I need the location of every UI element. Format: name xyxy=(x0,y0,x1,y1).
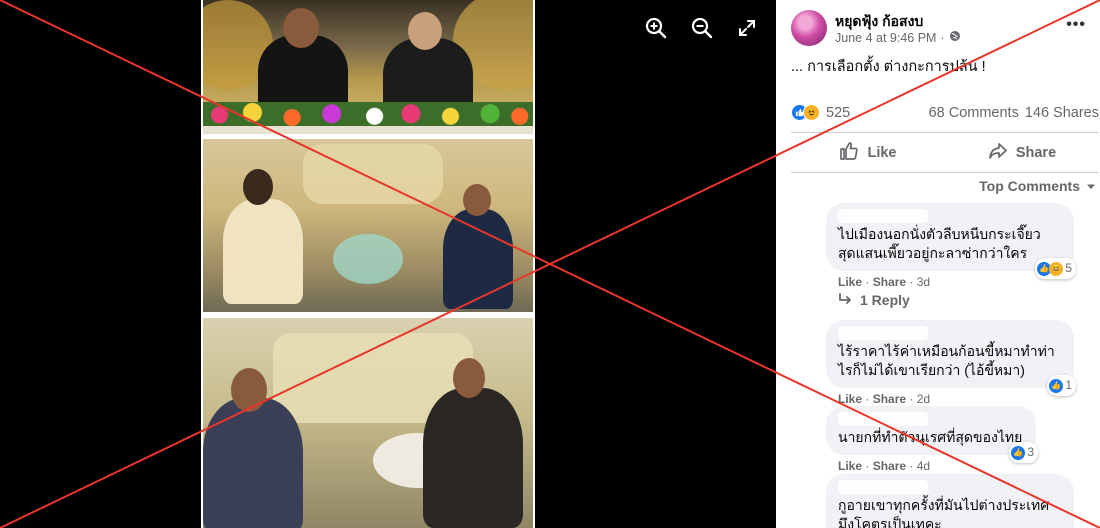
comment-text: กูอายเขาทุกครั้งที่มันไปต่างประเทศ มึงโค… xyxy=(838,497,1050,528)
reaction-count[interactable]: 525 xyxy=(826,105,850,121)
share-label: Share xyxy=(1015,145,1057,161)
commenter-name-redacted xyxy=(838,326,928,340)
comment-bubble: กูอายเขาทุกครั้งที่มันไปต่างประเทศ มึงโค… xyxy=(826,474,1074,528)
comment-text: ไร้ราคาไร้ค่าเหมือนก้อนขี้หมาทำท่าไรก็ไม… xyxy=(838,343,1055,378)
shares-count[interactable]: 146 Shares xyxy=(1025,105,1099,121)
comment-reactions[interactable]: 👍 1 xyxy=(1047,375,1076,396)
post-actions: Like Share xyxy=(791,137,1099,169)
commenter-name-redacted xyxy=(838,209,928,223)
comment: ไร้ราคาไร้ค่าเหมือนก้อนขี้หมาทำท่าไรก็ไม… xyxy=(793,320,1076,406)
haha-reaction-icon xyxy=(803,104,820,121)
engagement-counts: 68 Comments 146 Shares xyxy=(929,105,1099,121)
comment-share-link[interactable]: Share xyxy=(873,275,906,289)
view-replies-link[interactable]: 1 Reply xyxy=(838,292,910,308)
share-button[interactable]: Share xyxy=(945,137,1099,169)
thumbs-up-icon xyxy=(839,141,859,165)
comment-reaction-count: 5 xyxy=(1065,261,1072,275)
comment-reaction-count: 3 xyxy=(1027,445,1034,459)
comment-sort-dropdown[interactable]: Top Comments xyxy=(979,178,1096,194)
sort-label: Top Comments xyxy=(979,178,1080,194)
photo-middle xyxy=(203,139,533,312)
post-text: ... การเลือกตั้ง ต่างกะการปล้น ! xyxy=(791,59,986,75)
comment-time[interactable]: 4d xyxy=(917,459,930,473)
photo-collage[interactable] xyxy=(201,0,535,528)
divider xyxy=(791,132,1099,133)
commenter-avatar[interactable] xyxy=(793,476,823,506)
zoom-out-icon[interactable] xyxy=(690,16,714,40)
comments-count[interactable]: 68 Comments xyxy=(929,105,1019,121)
photo-viewer xyxy=(0,0,776,528)
globe-icon xyxy=(949,30,961,45)
comment-bubble: นายกที่ทำตัวนุเรศที่สุดของไทย 👍 3 xyxy=(826,406,1038,463)
commenter-avatar[interactable] xyxy=(793,408,823,438)
comment-text: นายกที่ทำตัวนุเรศที่สุดของไทย xyxy=(838,429,1023,445)
fullscreen-icon[interactable] xyxy=(735,16,759,40)
post-meta: June 4 at 9:46 PM · xyxy=(835,30,961,45)
comment-actions: Like · Share · 4d xyxy=(838,459,931,473)
haha-reaction-icon: 😆 xyxy=(1049,261,1064,276)
comment-share-link[interactable]: Share xyxy=(873,459,906,473)
commenter-avatar[interactable] xyxy=(793,205,823,235)
comment-time[interactable]: 2d xyxy=(917,392,930,406)
commenter-name-redacted xyxy=(838,480,928,494)
comment: ไปเมืองนอกนั่งตัวลีบหนีบกระเจี๊ยว สุดแสน… xyxy=(793,203,1076,289)
more-icon[interactable]: ••• xyxy=(1066,16,1086,34)
caret-down-icon xyxy=(1086,178,1096,194)
like-reaction-icon: 👍 xyxy=(1011,445,1026,460)
like-button[interactable]: Like xyxy=(791,137,945,169)
comment-like-link[interactable]: Like xyxy=(838,275,862,289)
comment-reactions[interactable]: 👍 😆 5 xyxy=(1035,258,1076,279)
post-panel: หยุดฟุ้ง ก้อสงบ June 4 at 9:46 PM · ••• … xyxy=(776,0,1100,528)
like-label: Like xyxy=(867,145,897,161)
comment-bubble: ไปเมืองนอกนั่งตัวลีบหนีบกระเจี๊ยว สุดแสน… xyxy=(826,203,1076,279)
photo-bottom xyxy=(203,318,533,528)
comment-like-link[interactable]: Like xyxy=(838,459,862,473)
comment-time[interactable]: 3d xyxy=(917,275,930,289)
like-reaction-icon: 👍 xyxy=(1049,378,1064,393)
comment: กูอายเขาทุกครั้งที่มันไปต่างประเทศ มึงโค… xyxy=(793,474,1074,528)
commenter-name-redacted xyxy=(838,412,928,426)
comment-reactions[interactable]: 👍 3 xyxy=(1009,442,1038,463)
post-date[interactable]: June 4 at 9:46 PM xyxy=(835,31,936,45)
divider xyxy=(791,172,1099,173)
comment-bubble: ไร้ราคาไร้ค่าเหมือนก้อนขี้หมาทำท่าไรก็ไม… xyxy=(826,320,1076,396)
comment: นายกที่ทำตัวนุเรศที่สุดของไทย 👍 3 Like ·… xyxy=(793,406,1038,473)
meta-separator: · xyxy=(940,30,945,45)
reply-arrow-icon xyxy=(838,292,852,308)
photo-top xyxy=(203,0,533,134)
avatar[interactable] xyxy=(791,10,827,46)
comment-reaction-count: 1 xyxy=(1065,378,1072,392)
reply-label: 1 Reply xyxy=(860,292,910,308)
zoom-in-icon[interactable] xyxy=(644,16,668,40)
commenter-avatar[interactable] xyxy=(793,322,823,352)
comment-text: ไปเมืองนอกนั่งตัวลีบหนีบกระเจี๊ยว สุดแสน… xyxy=(838,226,1041,261)
comment-actions: Like · Share · 2d xyxy=(838,392,931,406)
share-icon xyxy=(988,141,1008,165)
comment-share-link[interactable]: Share xyxy=(873,392,906,406)
comment-like-link[interactable]: Like xyxy=(838,392,862,406)
reactions-row: 525 68 Comments 146 Shares xyxy=(791,104,1099,121)
